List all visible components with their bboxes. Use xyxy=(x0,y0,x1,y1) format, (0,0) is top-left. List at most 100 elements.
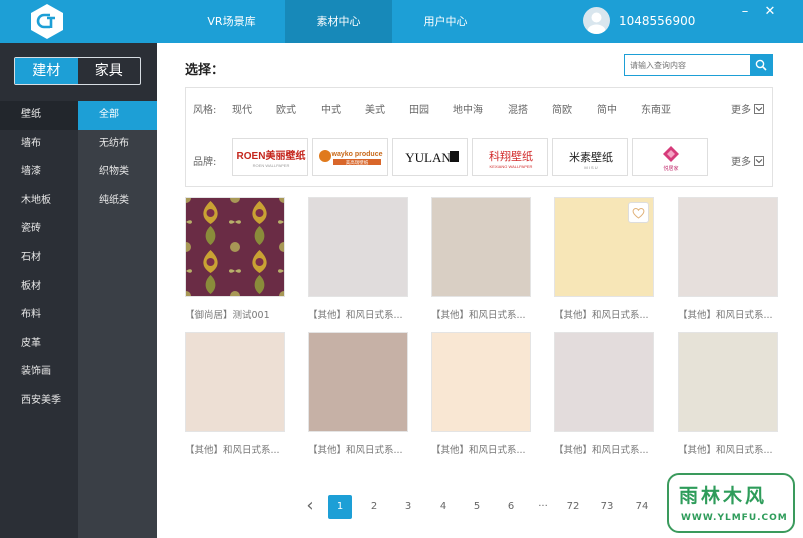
product-caption: 【其他】和风日式系... xyxy=(308,310,403,321)
product-thumbnail xyxy=(308,197,408,297)
category-item[interactable]: 墙漆 xyxy=(0,158,78,187)
style-option[interactable]: 田园 xyxy=(409,101,429,116)
category-item[interactable]: 瓷砖 xyxy=(0,215,78,244)
yueju-logo-icon: 悦居家 xyxy=(663,146,679,172)
page-button[interactable]: 73 xyxy=(595,495,619,519)
toggle-furniture[interactable]: 家具 xyxy=(78,58,141,84)
search-button[interactable] xyxy=(750,55,772,75)
style-option[interactable]: 美式 xyxy=(365,101,385,116)
brand-logo-yulan[interactable]: YULAN xyxy=(392,138,468,176)
product-card[interactable]: 【其他】和风日式系... xyxy=(431,197,531,321)
brand-logo-yueju[interactable]: 悦居家 xyxy=(632,138,708,176)
heart-icon xyxy=(632,207,645,219)
kexiang-logo-icon: 科翔壁纸 KEXIANG WALLPAPER xyxy=(489,149,533,169)
product-caption: 【其他】和风日式系... xyxy=(431,310,526,321)
product-card[interactable]: 【其他】和风日式系... xyxy=(678,197,778,321)
category-item[interactable]: 皮革 xyxy=(0,330,78,359)
category-item[interactable]: 壁纸 xyxy=(0,101,78,130)
product-thumbnail xyxy=(185,197,285,297)
style-option[interactable]: 中式 xyxy=(321,101,341,116)
subcategory-item[interactable]: 无纺布 xyxy=(78,130,157,159)
watermark-logo: 雨林木风 WWW.YLMFU.COM xyxy=(667,473,795,533)
search-icon xyxy=(755,59,767,71)
page-button[interactable]: 5 xyxy=(465,495,489,519)
subcategory-item[interactable]: 织物类 xyxy=(78,158,157,187)
product-thumbnail xyxy=(678,197,778,297)
style-label: 风格: xyxy=(193,105,217,116)
product-card[interactable]: 【其他】和风日式系... xyxy=(554,197,654,321)
brand-logo-roen[interactable]: ROEN美丽壁纸 ROEN WALLPAPER xyxy=(232,138,308,176)
top-bar: VR场景库 素材中心 用户中心 1048556900 – ✕ xyxy=(0,0,803,43)
svg-text:悦居家: 悦居家 xyxy=(663,165,678,172)
product-caption: 【御尚居】测试001 xyxy=(185,310,270,321)
toggle-building-materials[interactable]: 建材 xyxy=(15,58,78,84)
yulan-logo-icon: YULAN xyxy=(405,150,459,165)
product-thumbnail xyxy=(431,197,531,297)
category-list: 壁纸 墙布 墙漆 木地板 瓷砖 石材 板材 布料 皮革 装饰画 西安美季 xyxy=(0,101,78,416)
style-option[interactable]: 现代 xyxy=(232,101,252,116)
subcategory-item[interactable]: 全部 xyxy=(78,101,157,130)
product-card[interactable]: 【其他】和风日式系... xyxy=(185,332,285,456)
style-option[interactable]: 东南亚 xyxy=(641,101,671,116)
category-item[interactable]: 石材 xyxy=(0,244,78,273)
minimize-button[interactable]: – xyxy=(737,4,753,19)
damask-pattern-icon xyxy=(186,198,284,296)
product-card[interactable]: 【其他】和风日式系... xyxy=(678,332,778,456)
style-option[interactable]: 混搭 xyxy=(508,101,528,116)
page-button[interactable]: 74 xyxy=(630,495,654,519)
brand-logo-wayko[interactable]: wayko produce 美高瑞壁纸 xyxy=(312,138,388,176)
page-button[interactable]: 3 xyxy=(396,495,420,519)
svg-text:米素壁纸: 米素壁纸 xyxy=(569,150,613,164)
product-card[interactable]: 【其他】和风日式系... xyxy=(308,197,408,321)
page-button[interactable]: 1 xyxy=(328,495,352,519)
more-label: 更多 xyxy=(731,105,751,116)
category-item[interactable]: 墙布 xyxy=(0,130,78,159)
product-card[interactable]: 【其他】和风日式系... xyxy=(431,332,531,456)
style-option[interactable]: 地中海 xyxy=(453,101,483,116)
page-button[interactable]: 2 xyxy=(362,495,386,519)
brand-more-toggle[interactable]: 更多 xyxy=(731,153,764,168)
category-item[interactable]: 木地板 xyxy=(0,187,78,216)
category-item[interactable]: 西安美季 xyxy=(0,387,78,416)
product-thumbnail xyxy=(308,332,408,432)
style-option[interactable]: 简中 xyxy=(597,101,617,116)
style-option[interactable]: 欧式 xyxy=(276,101,296,116)
search-input[interactable] xyxy=(625,55,750,75)
tab-user-center[interactable]: 用户中心 xyxy=(392,0,499,43)
brand-label: 品牌: xyxy=(193,157,217,168)
prev-page-button[interactable]: ‹ xyxy=(298,495,322,519)
style-option[interactable]: 简欧 xyxy=(552,101,572,116)
product-caption: 【其他】和风日式系... xyxy=(308,445,403,456)
wayko-logo-icon: wayko produce 美高瑞壁纸 xyxy=(319,150,383,166)
product-card[interactable]: 【御尚居】测试001 xyxy=(185,197,285,321)
more-label: 更多 xyxy=(731,157,751,168)
page-button[interactable]: 4 xyxy=(431,495,455,519)
main-content: 选择： 风格: 现代 欧式 中式 美式 田园 地中海 混搭 简欧 简中 东南亚 … xyxy=(157,43,803,538)
style-more-toggle[interactable]: 更多 xyxy=(731,101,764,116)
watermark-main-text: 雨林木风 xyxy=(679,485,768,507)
page-button[interactable]: 6 xyxy=(499,495,523,519)
page-button[interactable]: 72 xyxy=(561,495,585,519)
product-card[interactable]: 【其他】和风日式系... xyxy=(554,332,654,456)
product-thumbnail xyxy=(554,332,654,432)
favorite-button[interactable] xyxy=(628,202,649,223)
tab-vr-scene[interactable]: VR场景库 xyxy=(178,0,285,43)
product-thumbnail xyxy=(431,332,531,432)
search-box xyxy=(624,54,773,76)
product-caption: 【其他】和风日式系... xyxy=(554,445,649,456)
category-item[interactable]: 装饰画 xyxy=(0,358,78,387)
brand-logo-kexiang[interactable]: 科翔壁纸 KEXIANG WALLPAPER xyxy=(472,138,548,176)
close-button[interactable]: ✕ xyxy=(762,4,778,19)
subcategory-list: 全部 无纺布 织物类 纯纸类 xyxy=(78,101,157,538)
page-ellipsis: ··· xyxy=(538,501,548,512)
username[interactable]: 1048556900 xyxy=(619,14,695,28)
avatar[interactable] xyxy=(583,7,610,34)
category-item[interactable]: 布料 xyxy=(0,301,78,330)
product-caption: 【其他】和风日式系... xyxy=(678,445,773,456)
subcategory-item[interactable]: 纯纸类 xyxy=(78,187,157,216)
product-card[interactable]: 【其他】和风日式系... xyxy=(308,332,408,456)
tab-material-center[interactable]: 素材中心 xyxy=(285,0,392,43)
brand-logo-misu[interactable]: 米素壁纸 M I S U xyxy=(552,138,628,176)
category-item[interactable]: 板材 xyxy=(0,273,78,302)
product-caption: 【其他】和风日式系... xyxy=(678,310,773,321)
